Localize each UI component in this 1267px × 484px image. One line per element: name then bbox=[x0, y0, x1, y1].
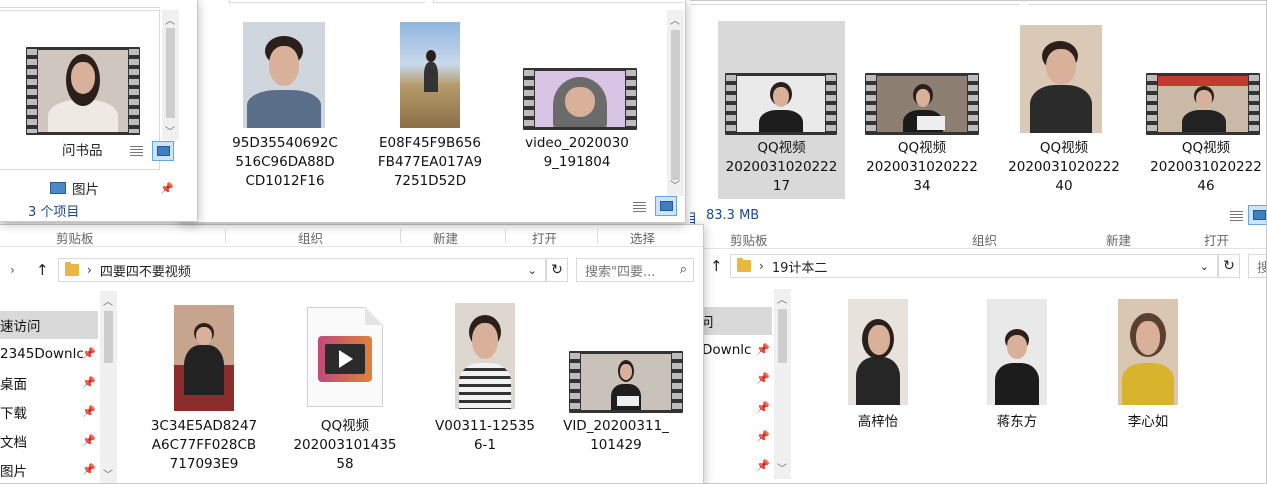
pin-icon: 📌 bbox=[756, 372, 770, 385]
up-arrow-icon[interactable]: ↑ bbox=[36, 261, 49, 279]
video-thumbnail bbox=[523, 68, 637, 130]
ribbon-clipboard: 剪贴板 bbox=[730, 233, 768, 248]
top-search-stub bbox=[1028, 1, 1266, 5]
top-address-stub bbox=[690, 1, 1020, 5]
content-scrollbar[interactable]: ︿ ﹀ bbox=[162, 10, 179, 140]
video-file-icon bbox=[307, 307, 383, 407]
pin-icon: 📌 bbox=[756, 459, 770, 472]
address-bar[interactable]: › 19计本二 ⌄ bbox=[730, 254, 1218, 278]
explorer-window-19jiben: QQ视频 2020031020222 17 QQ视频 2020031020222… bbox=[690, 0, 1267, 484]
refresh-button[interactable]: ↻ bbox=[1218, 254, 1240, 278]
pin-icon: 📌 bbox=[82, 376, 96, 389]
file-label: 高梓怡 bbox=[857, 414, 899, 430]
explorer-window-small: 问书品 ︿ ﹀ 图片 📌 3 个项目 bbox=[0, 0, 198, 222]
search-input[interactable]: 搜索"四要... ⌕ bbox=[576, 258, 694, 282]
explorer-window-top: 95D35540692C 516C96DA88D CD1012F16 E08F4… bbox=[180, 0, 686, 223]
file-label: VID_20200311_ 101429 bbox=[563, 418, 669, 453]
large-icons-view-button[interactable] bbox=[152, 141, 174, 161]
nav-scrollbar[interactable]: ︿ ﹀ bbox=[774, 289, 791, 479]
nav-item-pictures[interactable]: 图片 bbox=[50, 178, 99, 198]
image-thumbnail bbox=[848, 299, 908, 405]
status-item-count: 3 个项目 bbox=[28, 205, 80, 220]
top-address-stub bbox=[229, 0, 425, 3]
file-item[interactable]: QQ视频 2020031020222 40 bbox=[1002, 21, 1126, 199]
file-label: QQ视频 202003101435 58 bbox=[293, 418, 397, 472]
up-arrow-icon[interactable]: ↑ bbox=[710, 257, 723, 275]
pictures-icon bbox=[50, 182, 66, 194]
ribbon-open: 打开 bbox=[532, 231, 558, 246]
pin-icon: 📌 bbox=[756, 401, 770, 414]
address-path: 四要四不要视频 bbox=[99, 264, 191, 280]
file-label: 蒋东方 bbox=[996, 414, 1038, 430]
nav-item-quick-access[interactable]: 速访问 bbox=[0, 311, 98, 339]
file-item[interactable]: QQ视频 2020031020222 17 bbox=[718, 21, 845, 199]
large-icons-view-button[interactable] bbox=[1248, 205, 1266, 225]
top-address-stub bbox=[0, 0, 160, 8]
file-label-partial: 问书品 bbox=[62, 143, 103, 159]
refresh-button[interactable]: ↻ bbox=[546, 258, 568, 282]
video-thumbnail bbox=[569, 351, 683, 413]
file-label: 李心如 bbox=[1127, 414, 1169, 430]
nav-scrollbar[interactable]: ︿ ﹀ bbox=[100, 291, 117, 483]
chevron-down-icon[interactable]: ⌄ bbox=[528, 264, 537, 277]
ribbon-select: 选择 bbox=[630, 231, 656, 246]
folder-icon bbox=[65, 262, 79, 276]
video-thumbnail bbox=[26, 47, 140, 135]
file-label: QQ视频 2020031020222 46 bbox=[1150, 140, 1262, 194]
address-bar[interactable]: › 四要四不要视频 ⌄ bbox=[58, 258, 546, 282]
content-scrollbar[interactable]: ︿ ﹀ bbox=[667, 10, 684, 196]
ribbon-group-labels: 剪贴板 组织 新建 打开 bbox=[690, 227, 1266, 249]
image-thumbnail bbox=[455, 303, 515, 409]
pin-icon: 📌 bbox=[82, 347, 96, 360]
video-thumbnail bbox=[865, 73, 979, 135]
file-item[interactable]: QQ视频 2020031020222 46 bbox=[1144, 21, 1266, 199]
folder-icon bbox=[737, 258, 751, 272]
ribbon-group-labels: 剪贴板 组织 新建 打开 选择 bbox=[0, 225, 703, 247]
file-label: QQ视频 2020031020222 34 bbox=[866, 140, 978, 194]
chevron-right-icon: › bbox=[759, 259, 764, 273]
file-label: 3C34E5AD8247 A6C77FF028CB 717093E9 bbox=[150, 418, 258, 472]
pin-icon: 📌 bbox=[82, 405, 96, 418]
file-label: E08F45F9B656 FB477EA017A9 7251D52D bbox=[377, 135, 483, 189]
ribbon-new: 新建 bbox=[1106, 233, 1132, 248]
image-thumbnail bbox=[400, 22, 460, 128]
chevron-right-icon: › bbox=[87, 263, 92, 277]
video-thumbnail bbox=[725, 73, 837, 135]
status-size: 83.3 MB bbox=[706, 208, 760, 223]
ribbon-new: 新建 bbox=[433, 231, 459, 246]
video-thumbnail bbox=[1146, 73, 1260, 135]
image-thumbnail bbox=[243, 22, 325, 128]
details-view-button[interactable] bbox=[629, 198, 651, 218]
file-label: QQ视频 2020031020222 40 bbox=[1008, 140, 1120, 194]
pin-icon: 📌 bbox=[756, 430, 770, 443]
explorer-window-main: 剪贴板 组织 新建 打开 选择 › ↑ › 四要四不要视频 ⌄ ↻ 搜索"四要.… bbox=[0, 224, 704, 484]
file-item[interactable]: QQ视频 2020031020222 34 bbox=[860, 21, 984, 199]
ribbon-organize: 组织 bbox=[972, 233, 998, 248]
pin-icon: 📌 bbox=[756, 343, 770, 356]
image-thumbnail bbox=[1118, 299, 1178, 405]
file-label: V00311-12535 6-1 bbox=[435, 418, 535, 453]
file-label: video_2020030 9_191804 bbox=[525, 135, 629, 170]
ribbon-organize: 组织 bbox=[298, 231, 324, 246]
chevron-right-icon[interactable]: › bbox=[10, 263, 15, 277]
top-search-stub bbox=[433, 0, 683, 3]
file-label: QQ视频 2020031020222 17 bbox=[725, 140, 838, 194]
image-thumbnail bbox=[987, 299, 1047, 405]
pin-icon: 📌 bbox=[82, 463, 96, 476]
image-thumbnail bbox=[174, 305, 234, 411]
ribbon-clipboard: 剪贴板 bbox=[56, 231, 94, 246]
search-input[interactable]: 搜 bbox=[1248, 254, 1266, 278]
details-view-button[interactable] bbox=[1226, 207, 1248, 227]
image-thumbnail bbox=[1020, 25, 1102, 133]
file-label: 95D35540692C 516C96DA88D CD1012F16 bbox=[232, 135, 338, 189]
chevron-down-icon[interactable]: ⌄ bbox=[1200, 260, 1209, 273]
address-path: 19计本二 bbox=[771, 260, 828, 276]
large-icons-view-button[interactable] bbox=[655, 196, 677, 216]
ribbon-open: 打开 bbox=[1204, 233, 1230, 248]
pin-icon: 📌 bbox=[160, 182, 174, 195]
search-icon: ⌕ bbox=[679, 262, 687, 277]
pin-icon: 📌 bbox=[82, 434, 96, 447]
details-view-button[interactable] bbox=[126, 142, 148, 162]
